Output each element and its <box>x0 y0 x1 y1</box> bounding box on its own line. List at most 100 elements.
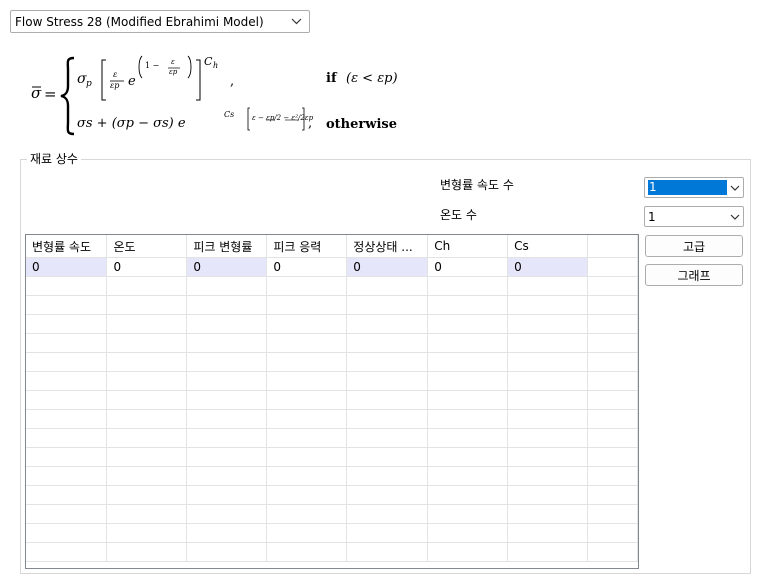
constants-table[interactable]: 변형률 속도 온도 피크 변형률 피크 응력 정상상태 ... Ch Cs 00… <box>25 234 639 569</box>
empty-cell <box>427 466 509 486</box>
constants-table-grid: 변형률 속도 온도 피크 변형률 피크 응력 정상상태 ... Ch Cs 00… <box>26 235 638 562</box>
empty-cell <box>507 333 589 353</box>
empty-table-row <box>26 504 638 524</box>
empty-cell <box>427 314 509 334</box>
empty-cell <box>587 352 638 372</box>
empty-cell <box>507 428 589 448</box>
table-cell[interactable]: 0 <box>266 257 348 277</box>
empty-table-row <box>26 523 638 543</box>
flow-stress-formula: σ = σ p ε εp e 1 − ε εp C h , if (ε < εp… <box>28 50 428 140</box>
empty-cell <box>26 295 108 315</box>
table-cell[interactable]: 0 <box>26 257 108 277</box>
table-cell[interactable]: 0 <box>427 257 509 277</box>
empty-cell <box>346 295 429 315</box>
empty-cell <box>346 409 429 429</box>
empty-cell <box>186 314 268 334</box>
empty-cell <box>266 333 348 353</box>
empty-cell <box>346 352 429 372</box>
formula-case1-cond: if <box>326 71 337 86</box>
empty-cell <box>266 295 348 315</box>
empty-cell <box>346 428 429 448</box>
empty-cell <box>587 542 638 562</box>
strain-rate-count-combo[interactable]: 1 <box>644 177 744 198</box>
empty-cell <box>587 504 638 524</box>
empty-cell <box>427 352 509 372</box>
formula-case2-text: σs + (σp − σs) e <box>77 116 186 131</box>
empty-cell <box>186 371 268 391</box>
graph-button[interactable]: 그래프 <box>645 264 743 286</box>
material-constants-title: 재료 상수 <box>27 150 81 167</box>
model-dropdown[interactable]: Flow Stress 28 (Modified Ebrahimi Model) <box>10 10 310 33</box>
empty-cell <box>427 371 509 391</box>
empty-cell <box>106 314 188 334</box>
table-row: 0000000 <box>26 257 638 277</box>
formula-case1-frac-den: εp <box>110 81 120 90</box>
empty-cell <box>186 523 268 543</box>
empty-cell <box>507 352 589 372</box>
column-header[interactable]: 온도 <box>106 235 188 258</box>
empty-cell <box>587 409 638 429</box>
empty-cell <box>507 542 589 562</box>
column-header[interactable]: 피크 변형률 <box>186 235 268 258</box>
empty-table-row <box>26 409 638 429</box>
temperature-count-combo[interactable]: 1 <box>644 206 744 227</box>
empty-cell <box>26 428 108 448</box>
empty-table-row <box>26 542 638 562</box>
column-header[interactable]: 정상상태 ... <box>346 235 429 258</box>
empty-cell <box>26 352 108 372</box>
chevron-down-icon[interactable] <box>727 207 743 226</box>
empty-cell <box>106 447 188 467</box>
table-cell[interactable]: 0 <box>346 257 429 277</box>
empty-cell <box>106 295 188 315</box>
column-header[interactable]: 변형률 속도 <box>26 235 108 258</box>
empty-table-row <box>26 314 638 334</box>
empty-table-row <box>26 485 638 505</box>
empty-cell <box>346 276 429 296</box>
empty-cell <box>507 485 589 505</box>
temperature-count-value[interactable]: 1 <box>645 207 727 226</box>
formula-case2-exp-c: Cs <box>224 110 235 119</box>
table-cell[interactable]: 0 <box>186 257 268 277</box>
empty-cell <box>266 409 348 429</box>
empty-cell <box>266 504 348 524</box>
empty-table-row <box>26 352 638 372</box>
column-header[interactable]: Ch <box>427 235 509 258</box>
empty-table-row <box>26 428 638 448</box>
empty-cell <box>186 447 268 467</box>
empty-cell <box>587 333 638 353</box>
empty-cell <box>427 523 509 543</box>
empty-table-row <box>26 295 638 315</box>
empty-cell <box>106 466 188 486</box>
empty-cell <box>186 295 268 315</box>
empty-cell <box>186 409 268 429</box>
empty-cell <box>266 428 348 448</box>
empty-cell <box>427 542 509 562</box>
table-cell[interactable]: 0 <box>507 257 589 277</box>
empty-cell <box>186 542 268 562</box>
chevron-down-icon <box>289 15 303 29</box>
empty-cell <box>266 390 348 410</box>
chevron-down-icon[interactable] <box>727 178 743 197</box>
column-header[interactable]: 피크 응력 <box>266 235 348 258</box>
empty-cell <box>186 333 268 353</box>
advanced-button[interactable]: 고급 <box>645 235 743 257</box>
formula-case1-cond-expr: (ε < εp) <box>346 71 398 86</box>
empty-cell <box>106 276 188 296</box>
empty-cell <box>587 314 638 334</box>
empty-table-row <box>26 466 638 486</box>
empty-cell <box>507 295 589 315</box>
empty-cell <box>346 333 429 353</box>
empty-cell <box>587 523 638 543</box>
empty-cell <box>266 352 348 372</box>
empty-cell <box>507 504 589 524</box>
column-header[interactable]: Cs <box>507 235 589 258</box>
empty-cell <box>427 295 509 315</box>
formula-lhs: σ <box>31 84 42 102</box>
empty-cell <box>427 333 509 353</box>
strain-rate-count-field[interactable]: 1 <box>645 178 727 197</box>
empty-cell <box>266 523 348 543</box>
table-cell <box>587 257 638 277</box>
table-cell[interactable]: 0 <box>106 257 188 277</box>
formula-case1-sub: p <box>86 79 92 89</box>
empty-cell <box>587 295 638 315</box>
